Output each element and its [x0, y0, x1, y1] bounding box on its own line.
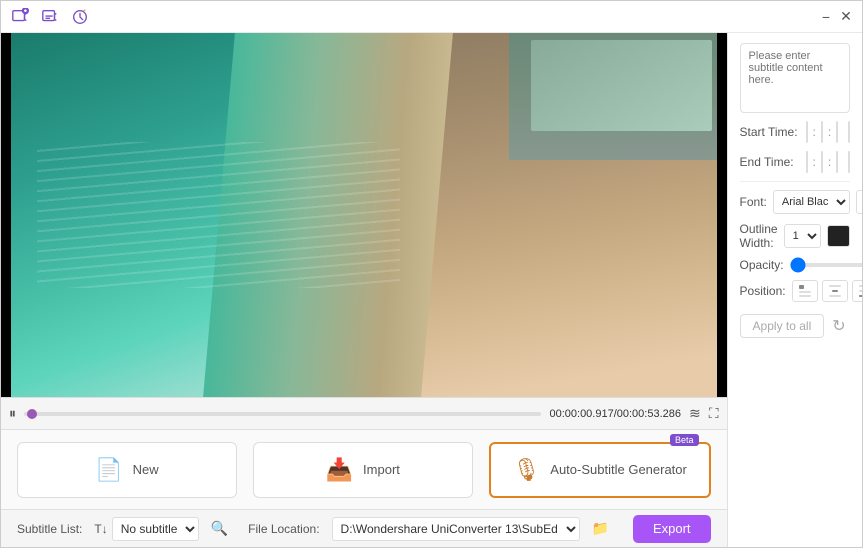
time-sep-4: :: [812, 155, 817, 169]
audio-waveform-icon[interactable]: ≋: [689, 405, 701, 422]
end-ms-spinner[interactable]: 286 ▲ ▼: [848, 151, 850, 173]
beta-badge: Beta: [670, 434, 699, 446]
font-select[interactable]: Arial Blac: [773, 190, 850, 214]
start-hours-input[interactable]: 00: [807, 126, 808, 138]
apply-to-all-button[interactable]: Apply to all: [740, 314, 825, 338]
add-media-icon[interactable]: [9, 6, 31, 28]
position-buttons: [792, 280, 862, 302]
opacity-row: Opacity: 0/100: [740, 258, 850, 272]
file-path-select[interactable]: D:\Wondershare UniConverter 13\SubEd: [332, 517, 580, 541]
left-panel: ⏸ 00:00:00.917/00:00:53.286 ≋ ⛶ 📄 New 📥: [1, 33, 727, 547]
progress-thumb: [27, 409, 37, 419]
file-location-label: File Location:: [248, 522, 319, 536]
auto-subtitle-label: Auto-Subtitle Generator: [550, 462, 687, 477]
video-right-bar: [717, 33, 727, 397]
video-buildings-detail: [531, 40, 712, 131]
end-seconds-input[interactable]: 53: [837, 156, 838, 168]
refresh-button[interactable]: ↻: [832, 316, 845, 336]
subtitle-textarea[interactable]: [740, 43, 850, 113]
end-time-label: End Time:: [740, 155, 802, 169]
auto-generate-icon[interactable]: [69, 6, 91, 28]
subtitle-edit-icon[interactable]: [39, 6, 61, 28]
start-seconds-spinner[interactable]: 00 ▲ ▼: [836, 121, 838, 143]
fullscreen-icon[interactable]: ⛶: [709, 405, 719, 422]
pause-button[interactable]: ⏸: [9, 405, 16, 422]
playback-bar: ⏸ 00:00:00.917/00:00:53.286 ≋ ⛶: [1, 397, 727, 429]
close-button[interactable]: ✕: [838, 9, 854, 25]
outline-row: Outline Width: 1: [740, 222, 850, 250]
start-seconds-input[interactable]: 00: [837, 126, 838, 138]
opacity-label: Opacity:: [740, 258, 784, 272]
start-hours-spinner[interactable]: 00 ▲ ▼: [806, 121, 808, 143]
time-sep-2: :: [827, 125, 832, 139]
auto-subtitle-button[interactable]: Beta 🎙 Auto-Subtitle Generator: [489, 442, 711, 498]
new-button[interactable]: 📄 New: [17, 442, 237, 498]
main-content: ⏸ 00:00:00.917/00:00:53.286 ≋ ⛶ 📄 New 📥: [1, 33, 862, 547]
new-label: New: [133, 462, 159, 477]
import-label: Import: [363, 462, 400, 477]
minimize-button[interactable]: −: [818, 9, 834, 25]
font-label: Font:: [740, 195, 767, 209]
font-size-select[interactable]: 80: [856, 190, 862, 214]
toolbar-icons: [9, 6, 91, 28]
action-buttons-row: 📄 New 📥 Import Beta 🎙 Auto-Subtitle Gene…: [1, 429, 727, 509]
subtitle-icon-t: T↓: [94, 522, 107, 536]
end-time-row: End Time: 00 ▲ ▼ : 00 ▲ ▼ :: [740, 151, 850, 173]
start-ms-spinner[interactable]: 000 ▲ ▼: [848, 121, 850, 143]
new-icon: 📄: [95, 457, 122, 483]
right-panel: Start Time: 00 ▲ ▼ : 00 ▲ ▼ :: [727, 33, 862, 547]
subtitle-select-wrapper: T↓ No subtitle: [94, 517, 198, 541]
opacity-slider[interactable]: [790, 263, 862, 267]
status-bar: Subtitle List: T↓ No subtitle 🔍 File Loc…: [1, 509, 727, 547]
apply-row: Apply to all ↻: [740, 314, 850, 338]
search-subtitle-icon[interactable]: 🔍: [211, 520, 228, 537]
end-hours-spinner[interactable]: 00 ▲ ▼: [806, 151, 808, 173]
divider-1: [740, 181, 850, 182]
subtitle-list-label: Subtitle List:: [17, 522, 82, 536]
time-sep-5: :: [827, 155, 832, 169]
start-time-label: Start Time:: [740, 125, 802, 139]
import-icon: 📥: [326, 457, 353, 483]
window-controls: − ✕: [818, 9, 854, 25]
auto-subtitle-icon: 🎙: [512, 457, 540, 483]
folder-icon[interactable]: 📁: [592, 520, 609, 537]
start-minutes-input[interactable]: 00: [822, 126, 823, 138]
video-waves: [37, 142, 400, 288]
title-bar: − ✕: [1, 1, 862, 33]
position-top-left-button[interactable]: [792, 280, 818, 302]
playback-controls-right: ≋ ⛶: [689, 405, 719, 422]
subtitle-select[interactable]: No subtitle: [112, 517, 199, 541]
position-center-button[interactable]: [822, 280, 848, 302]
video-left-bar: [1, 33, 11, 397]
end-seconds-spinner[interactable]: 53 ▲ ▼: [836, 151, 838, 173]
start-time-row: Start Time: 00 ▲ ▼ : 00 ▲ ▼ :: [740, 121, 850, 143]
start-minutes-spinner[interactable]: 00 ▲ ▼: [821, 121, 823, 143]
end-ms-input[interactable]: 286: [849, 156, 850, 168]
outline-color-picker[interactable]: [827, 225, 850, 247]
outline-width-select[interactable]: 1: [784, 224, 821, 248]
end-minutes-spinner[interactable]: 00 ▲ ▼: [821, 151, 823, 173]
outline-width-label: Outline Width:: [740, 222, 778, 250]
time-sep-1: :: [812, 125, 817, 139]
export-button[interactable]: Export: [633, 515, 711, 543]
start-ms-input[interactable]: 000: [849, 126, 850, 138]
main-window: − ✕ ⏸ 00:00:00.9: [0, 0, 863, 548]
end-minutes-input[interactable]: 00: [822, 156, 823, 168]
time-display: 00:00:00.917/00:00:53.286: [549, 408, 681, 420]
position-bottom-button[interactable]: [852, 280, 862, 302]
import-button[interactable]: 📥 Import: [253, 442, 473, 498]
end-hours-input[interactable]: 00: [807, 156, 808, 168]
position-label: Position:: [740, 284, 786, 298]
progress-track[interactable]: [24, 412, 541, 416]
position-row: Position:: [740, 280, 850, 302]
font-row: Font: Arial Blac 80 B I U: [740, 190, 850, 214]
video-area: [1, 33, 727, 397]
